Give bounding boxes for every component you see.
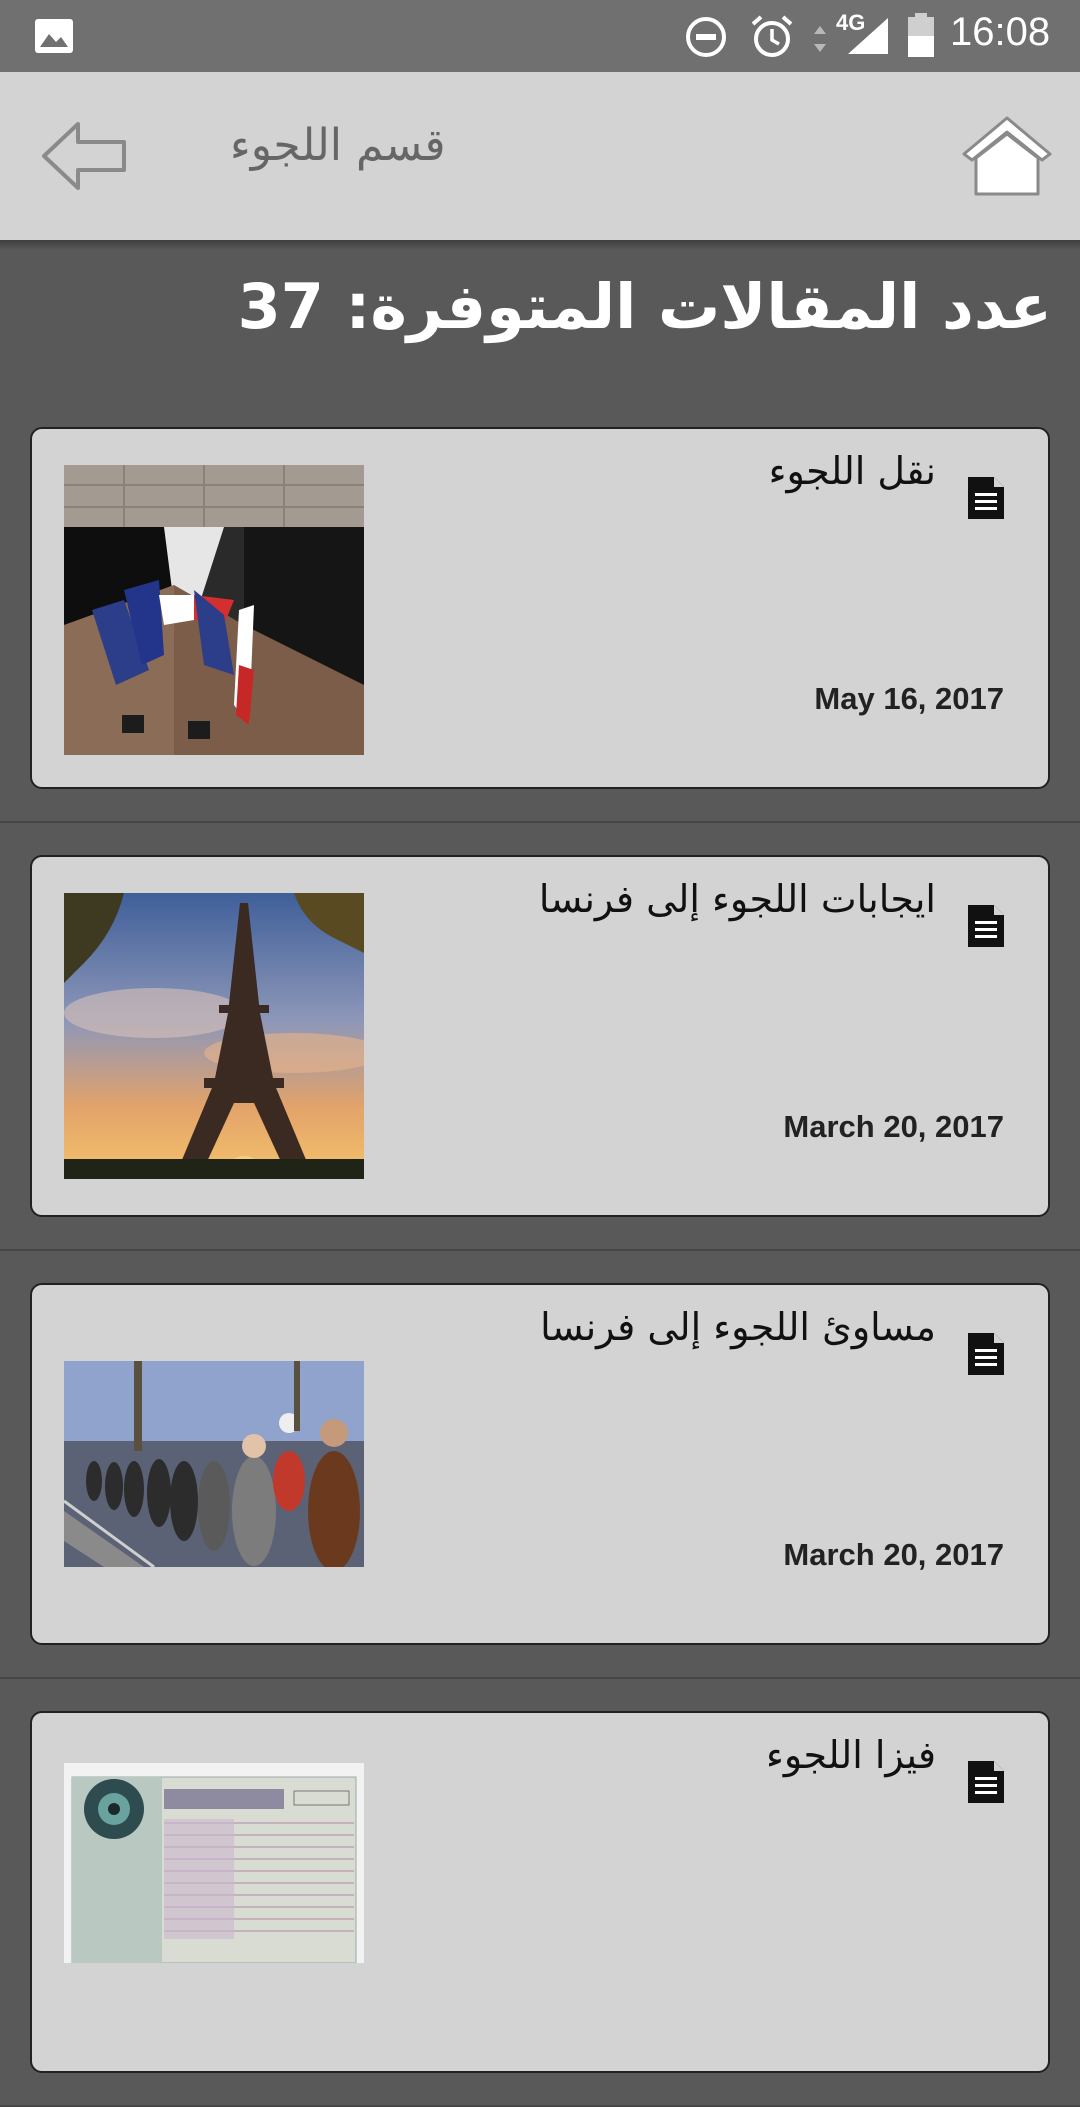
alarm-icon xyxy=(751,15,793,57)
article-date: March 20, 2017 xyxy=(783,1109,1004,1144)
gallery-icon xyxy=(35,19,73,53)
do-not-disturb-icon xyxy=(686,17,726,57)
article-title: ايجابات اللجوء إلى فرنسا xyxy=(538,877,936,921)
home-icon[interactable] xyxy=(960,114,1054,198)
document-icon xyxy=(968,905,1004,947)
article-thumbnail xyxy=(64,465,364,755)
battery-icon xyxy=(908,13,934,57)
list-item: مساوئ اللجوء إلى فرنسا March 20, 2017 xyxy=(0,1251,1080,1679)
article-date: May 16, 2017 xyxy=(814,681,1004,716)
article-thumbnail xyxy=(64,1763,364,1963)
document-icon xyxy=(968,1333,1004,1375)
article-card[interactable]: ايجابات اللجوء إلى فرنسا March 20, 2017 xyxy=(30,855,1050,1217)
document-icon xyxy=(968,477,1004,519)
page-title: قسم اللجوء xyxy=(230,120,446,171)
article-card[interactable]: فيزا اللجوء xyxy=(30,1711,1050,2073)
article-title: فيزا اللجوء xyxy=(766,1733,936,1777)
article-thumbnail xyxy=(64,893,364,1179)
article-thumbnail xyxy=(64,1361,364,1567)
app-bar: قسم اللجوء xyxy=(0,72,1080,240)
article-title: مساوئ اللجوء إلى فرنسا xyxy=(540,1305,936,1349)
article-list: نقل اللجوء May 16, 2017 ايجابات اللجوء إ… xyxy=(0,395,1080,2107)
article-card[interactable]: نقل اللجوء May 16, 2017 xyxy=(30,427,1050,789)
signal-icon xyxy=(848,18,888,54)
list-item: ايجابات اللجوء إلى فرنسا March 20, 2017 xyxy=(0,823,1080,1251)
status-bar: 4G 16:08 xyxy=(0,0,1080,72)
article-title: نقل اللجوء xyxy=(768,449,936,493)
status-time: 16:08 xyxy=(950,10,1051,54)
list-item: نقل اللجوء May 16, 2017 xyxy=(0,395,1080,823)
document-icon xyxy=(968,1761,1004,1803)
list-item: فيزا اللجوء xyxy=(0,1679,1080,2107)
article-card[interactable]: مساوئ اللجوء إلى فرنسا March 20, 2017 xyxy=(30,1283,1050,1645)
article-date: March 20, 2017 xyxy=(783,1537,1004,1572)
back-arrow-icon[interactable] xyxy=(40,116,130,196)
articles-count-heading: عدد المقالات المتوفرة: 37 xyxy=(237,270,1052,343)
app-bar-shadow xyxy=(0,240,1080,250)
data-arrows-icon xyxy=(814,26,826,52)
